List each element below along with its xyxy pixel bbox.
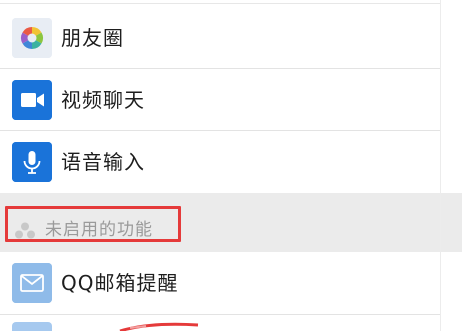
feature-label-voice-input: 语音输入 xyxy=(61,150,145,174)
right-edge-line xyxy=(440,0,441,331)
moments-icon xyxy=(12,18,52,58)
microphone-icon xyxy=(12,142,52,182)
mail-icon xyxy=(12,263,52,303)
feature-row-voice-input[interactable]: 语音输入 xyxy=(0,131,440,193)
feature-label-moments: 朋友圈 xyxy=(61,26,124,50)
disabled-section-title: 未启用的功能 xyxy=(45,220,153,240)
next-row-icon xyxy=(12,322,52,331)
disabled-features-section-header: 未启用的功能 xyxy=(0,193,462,252)
feature-label-video-chat: 视频聊天 xyxy=(61,88,145,112)
annotation-arrow-icon xyxy=(119,322,199,331)
video-camera-icon xyxy=(12,80,52,120)
feature-label-qq-mail-reminder: QQ邮箱提醒 xyxy=(61,271,179,295)
feature-row-qq-mail-reminder[interactable]: QQ邮箱提醒 xyxy=(0,252,440,314)
top-divider xyxy=(0,3,440,4)
row-divider xyxy=(0,314,440,315)
feature-row-video-chat[interactable]: 视频聊天 xyxy=(0,69,440,131)
feature-row-moments[interactable]: 朋友圈 xyxy=(0,7,440,69)
settings-feature-list: 朋友圈 视频聊天 语音输入 未启用的功能 QQ邮箱提醒 xyxy=(0,0,462,331)
group-icon xyxy=(15,222,35,239)
